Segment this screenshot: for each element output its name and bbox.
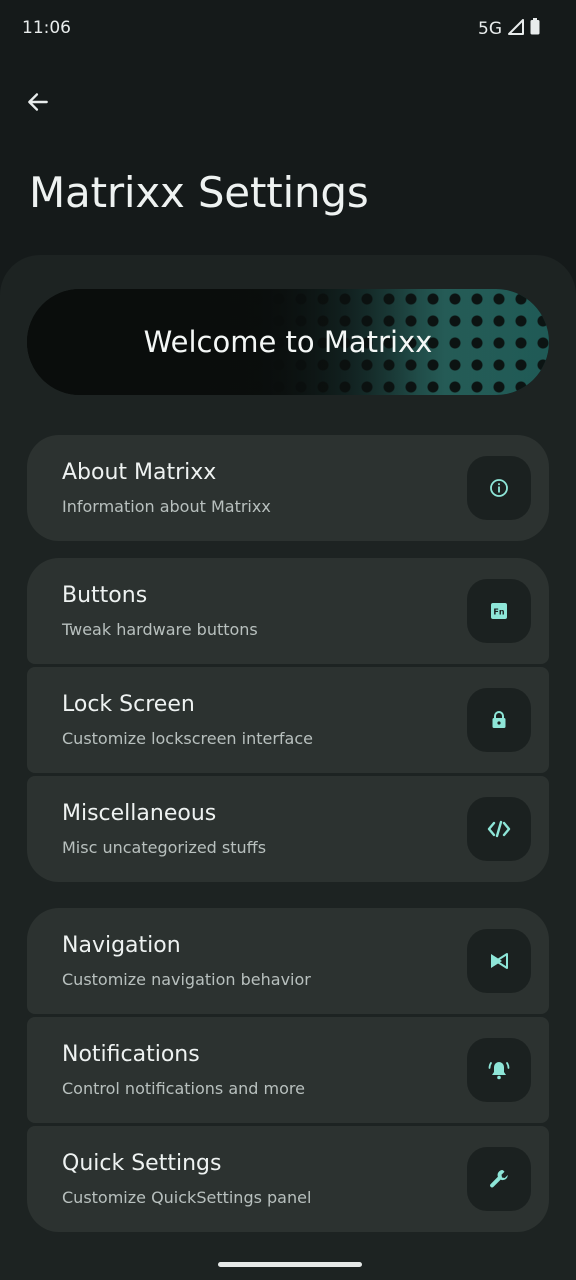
settings-group-system: Navigation Customize navigation behavior…	[27, 908, 549, 1232]
settings-group-about: About Matrixx Information about Matrixx	[27, 435, 549, 544]
signal-icon	[508, 18, 524, 40]
welcome-banner: Welcome to Matrixx	[27, 289, 549, 395]
network-type: 5G	[478, 19, 502, 39]
page-title: Matrixx Settings	[29, 168, 369, 217]
status-time: 11:06	[22, 18, 71, 38]
item-title: Lock Screen	[62, 692, 195, 717]
notification-bell-icon	[467, 1038, 531, 1102]
fn-key-icon: Fn	[467, 579, 531, 643]
status-bar: 11:06 5G	[0, 0, 576, 58]
item-summary: Customize lockscreen interface	[62, 729, 313, 748]
item-summary: Information about Matrixx	[62, 497, 271, 516]
settings-group-customization: Buttons Tweak hardware buttons Fn Lock S…	[27, 558, 549, 882]
battery-icon	[530, 18, 540, 40]
settings-item-navigation[interactable]: Navigation Customize navigation behavior	[27, 908, 549, 1014]
item-summary: Tweak hardware buttons	[62, 620, 258, 639]
settings-item-quick-settings[interactable]: Quick Settings Customize QuickSettings p…	[27, 1126, 549, 1232]
banner-title: Welcome to Matrixx	[143, 325, 433, 359]
status-icons: 5G	[478, 18, 540, 40]
settings-item-about[interactable]: About Matrixx Information about Matrixx	[27, 435, 549, 541]
settings-item-miscellaneous[interactable]: Miscellaneous Misc uncategorized stuffs	[27, 776, 549, 882]
svg-text:Fn: Fn	[493, 608, 504, 617]
home-indicator[interactable]	[218, 1262, 362, 1267]
item-summary: Customize navigation behavior	[62, 970, 311, 989]
settings-item-buttons[interactable]: Buttons Tweak hardware buttons Fn	[27, 558, 549, 664]
item-title: Quick Settings	[62, 1151, 222, 1176]
item-title: Miscellaneous	[62, 801, 217, 826]
info-icon	[467, 456, 531, 520]
lock-icon	[467, 688, 531, 752]
settings-item-lock-screen[interactable]: Lock Screen Customize lockscreen interfa…	[27, 667, 549, 773]
item-title: Navigation	[62, 933, 181, 958]
item-summary: Control notifications and more	[62, 1079, 305, 1098]
back-button[interactable]	[18, 84, 58, 124]
arrow-back-icon	[25, 89, 51, 119]
item-title: About Matrixx	[62, 460, 217, 485]
item-summary: Misc uncategorized stuffs	[62, 838, 267, 857]
item-title: Notifications	[62, 1042, 200, 1067]
item-summary: Customize QuickSettings panel	[62, 1188, 312, 1207]
wrench-icon	[467, 1147, 531, 1211]
navigation-icon	[467, 929, 531, 993]
settings-item-notifications[interactable]: Notifications Control notifications and …	[27, 1017, 549, 1123]
code-icon	[467, 797, 531, 861]
item-title: Buttons	[62, 583, 148, 608]
